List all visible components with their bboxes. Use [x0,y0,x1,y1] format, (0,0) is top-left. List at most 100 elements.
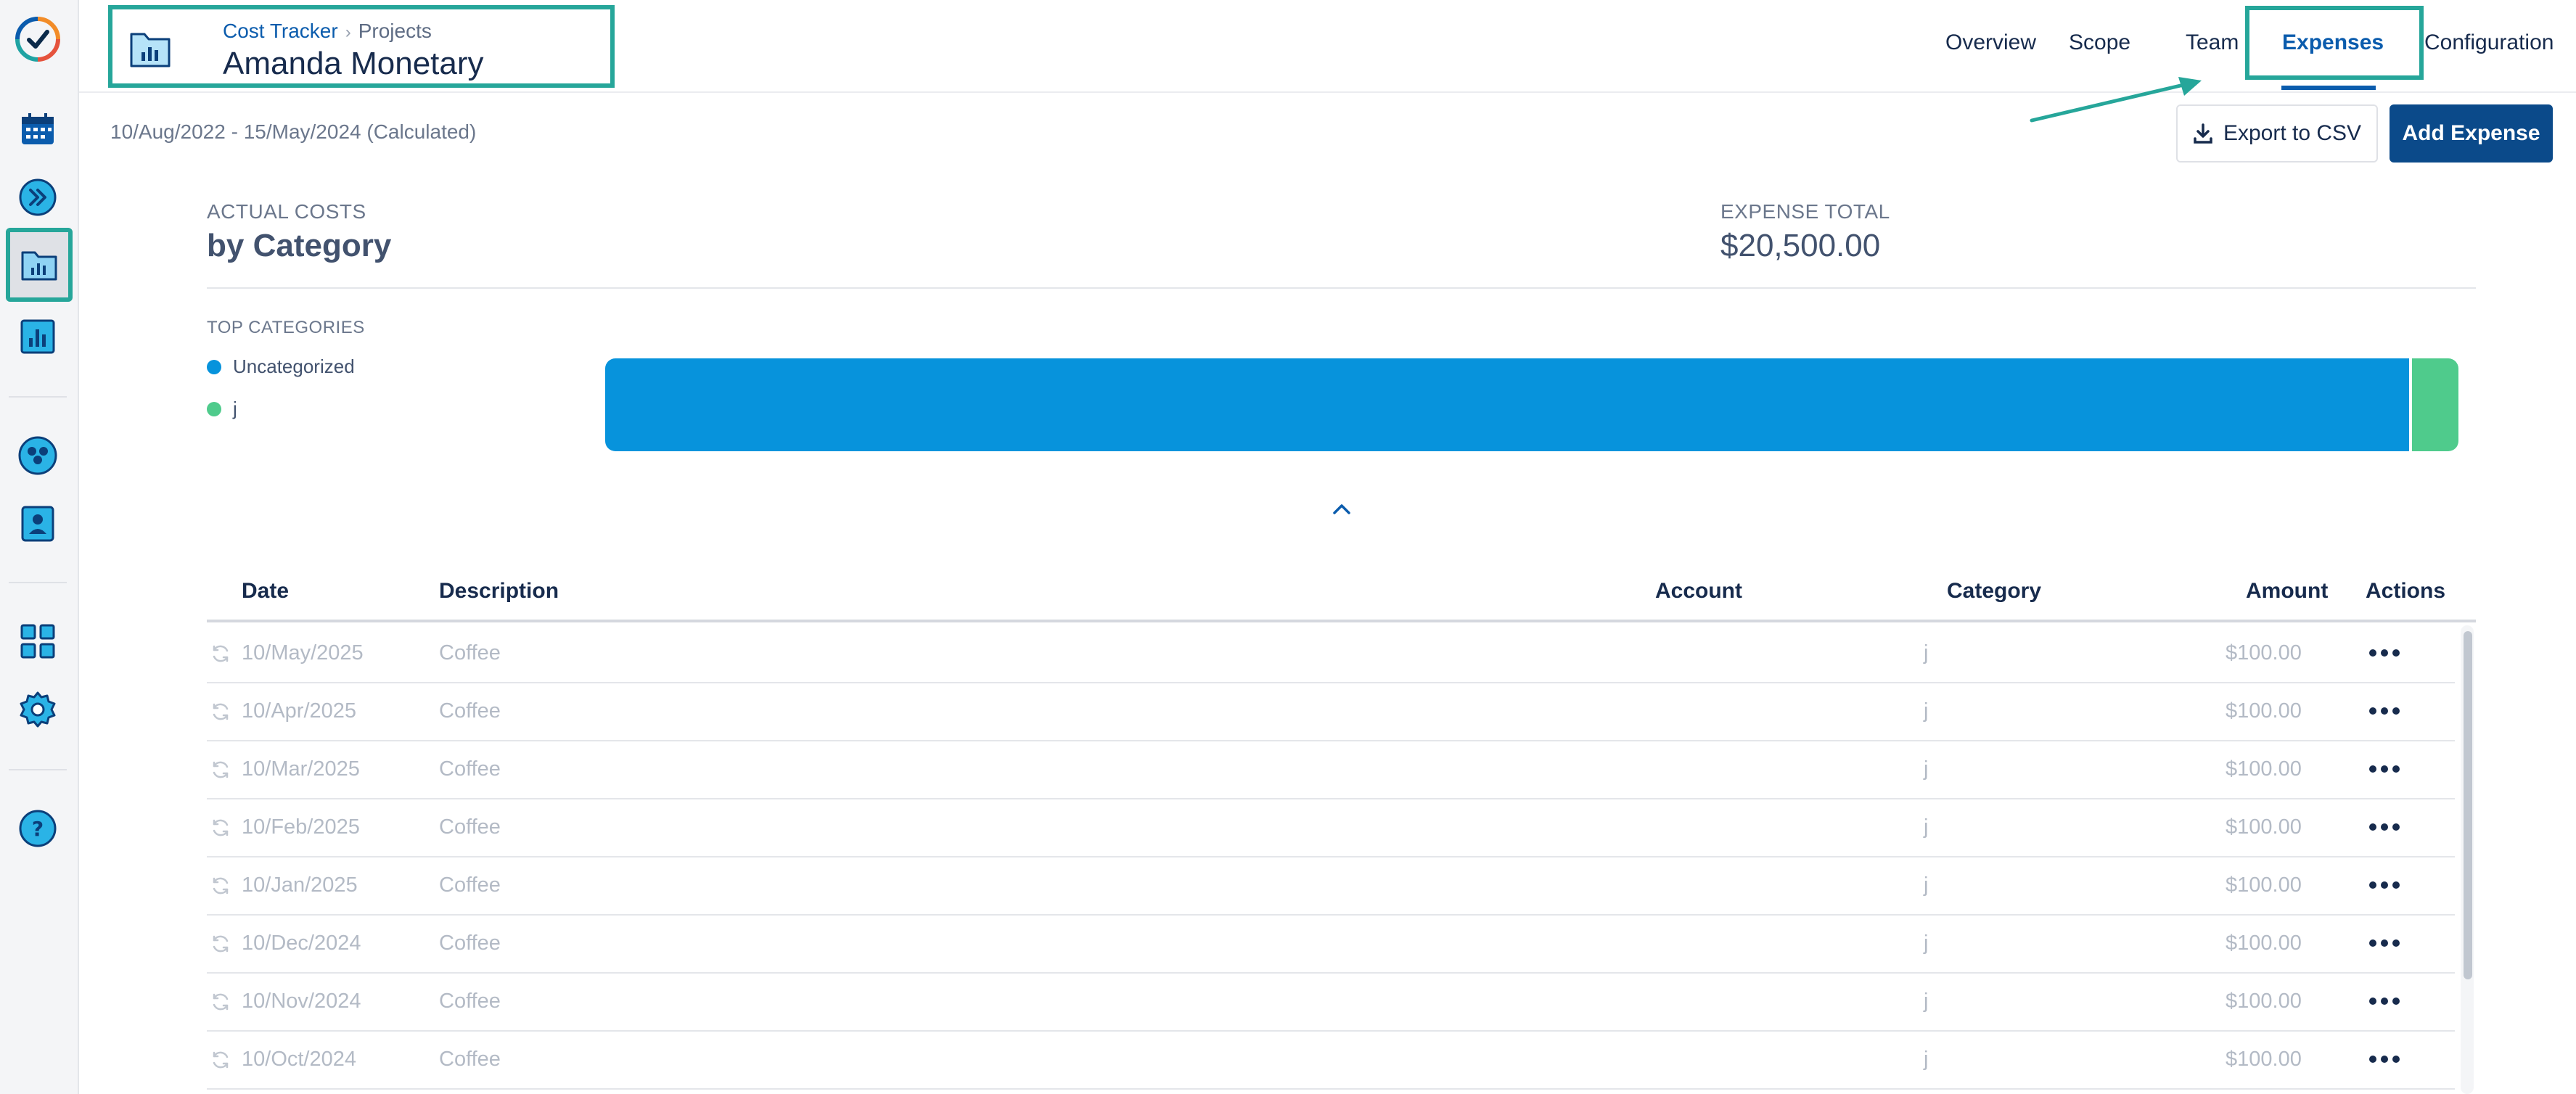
cell-description: Coffee [439,873,501,897]
breadcrumb-current[interactable]: Projects [358,20,432,42]
more-actions-icon[interactable] [2369,1045,2400,1074]
cell-category: j [1924,757,1929,781]
col-account[interactable]: Account [1655,579,1742,604]
legend-label: Uncategorized [233,355,355,377]
cell-date: 10/Oct/2024 [242,1048,356,1071]
dashboard-grid-icon[interactable] [15,618,61,665]
actual-costs-label: ACTUAL COSTS [207,200,366,223]
legend-item-j: j [207,398,237,420]
cell-amount: $100.00 [2226,757,2302,781]
cell-category: j [1924,931,1929,955]
more-actions-icon[interactable] [2369,696,2400,725]
table-row[interactable]: 10/Feb/2025 Coffee j $100.00 [207,799,2455,857]
table-row[interactable]: 10/Oct/2024 Coffee j $100.00 [207,1032,2455,1090]
cell-date: 10/Mar/2025 [242,757,360,781]
recurring-icon [213,935,229,953]
cell-amount: $100.00 [2226,931,2302,955]
table-row[interactable]: 10/Jan/2025 Coffee j $100.00 [207,857,2455,916]
breadcrumb-root-link[interactable]: Cost Tracker [223,20,338,42]
recurring-icon [213,703,229,720]
top-categories-label: TOP CATEGORIES [207,318,365,337]
recurring-icon [213,1051,229,1069]
cell-description: Coffee [439,931,501,955]
table-row[interactable]: 10/May/2025 Coffee j $100.00 [207,625,2455,683]
table-row[interactable]: 10/Nov/2024 Coffee j $100.00 [207,974,2455,1032]
bar-segment-j[interactable] [2412,358,2458,451]
page-title: Amanda Monetary [223,46,484,81]
chevron-right-icon: › [345,22,351,42]
more-actions-icon[interactable] [2369,987,2400,1016]
teams-icon[interactable] [15,432,61,479]
cell-date: 10/Dec/2024 [242,931,361,955]
cell-category: j [1924,1048,1929,1071]
breadcrumb: Cost Tracker › Projects [223,20,432,43]
cell-category: j [1924,815,1929,839]
user-profile-icon[interactable] [15,501,61,547]
export-csv-button[interactable]: Export to CSV [2176,104,2378,163]
more-actions-icon[interactable] [2369,813,2400,842]
cell-date: 10/Nov/2024 [242,990,361,1013]
cell-amount: $100.00 [2226,1048,2302,1071]
cell-date: 10/Apr/2025 [242,699,357,723]
cost-tracker-folder-icon[interactable] [6,228,73,302]
cell-date: 10/Feb/2025 [242,815,360,839]
category-stacked-bar [605,358,2458,451]
more-actions-icon[interactable] [2369,929,2400,958]
table-row[interactable]: 10/Apr/2025 Coffee j $100.00 [207,683,2455,741]
settings-gear-icon[interactable] [15,686,61,733]
cell-category: j [1924,990,1929,1013]
recurring-icon [213,645,229,662]
fast-forward-icon[interactable] [15,174,61,221]
more-actions-icon[interactable] [2369,871,2400,900]
more-actions-icon[interactable] [2369,638,2400,667]
cell-category: j [1924,873,1929,897]
summary-divider [207,287,2476,289]
cell-category: j [1924,641,1929,665]
col-description[interactable]: Description [439,579,559,604]
cell-date: 10/May/2025 [242,641,364,665]
cell-description: Coffee [439,815,501,839]
breadcrumb-highlight: Cost Tracker › Projects Amanda Monetary [108,5,615,88]
more-actions-icon[interactable] [2369,754,2400,784]
export-csv-label: Export to CSV [2223,121,2362,145]
table-header: Date Description Account Category Amount… [207,573,2476,622]
chevron-up-icon[interactable] [1331,501,1353,518]
cell-amount: $100.00 [2226,873,2302,897]
tab-overview[interactable]: Overview [1945,30,2036,55]
col-actions: Actions [2366,579,2446,603]
cell-amount: $100.00 [2226,699,2302,723]
tab-team[interactable]: Team [2186,30,2239,55]
tab-expenses[interactable]: Expenses [2282,30,2384,55]
bar-segment-uncategorized[interactable] [605,358,2410,451]
expense-total-value: $20,500.00 [1720,228,1881,263]
cell-amount: $100.00 [2226,641,2302,665]
report-chart-icon[interactable] [15,313,61,360]
expense-total-label: EXPENSE TOTAL [1720,200,1890,223]
legend-dot [207,359,221,374]
tab-configuration[interactable]: Configuration [2424,30,2554,55]
recurring-icon [213,761,229,778]
col-category[interactable]: Category [1947,579,2041,604]
app-logo-icon[interactable] [15,16,61,62]
active-tab-indicator [2281,86,2376,90]
cell-category: j [1924,699,1929,723]
by-category-title: by Category [207,228,392,263]
date-range: 10/Aug/2022 - 15/May/2024 (Calculated) [110,120,477,143]
cell-amount: $100.00 [2226,990,2302,1013]
table-scrollbar-thumb[interactable] [2464,631,2472,979]
cell-description: Coffee [439,757,501,781]
calendar-icon[interactable] [15,106,61,152]
table-row[interactable]: 10/Dec/2024 Coffee j $100.00 [207,916,2455,974]
tab-scope[interactable]: Scope [2069,30,2130,55]
table-row[interactable]: 10/Mar/2025 Coffee j $100.00 [207,741,2455,799]
recurring-icon [213,819,229,836]
help-icon[interactable]: ? [15,805,61,852]
cell-description: Coffee [439,641,501,665]
rail-divider [9,396,67,398]
col-date[interactable]: Date [242,579,289,604]
col-amount[interactable]: Amount [2246,579,2328,604]
rail-divider [9,769,67,770]
cell-description: Coffee [439,1048,501,1071]
recurring-icon [213,993,229,1011]
add-expense-button[interactable]: Add Expense [2390,104,2553,163]
